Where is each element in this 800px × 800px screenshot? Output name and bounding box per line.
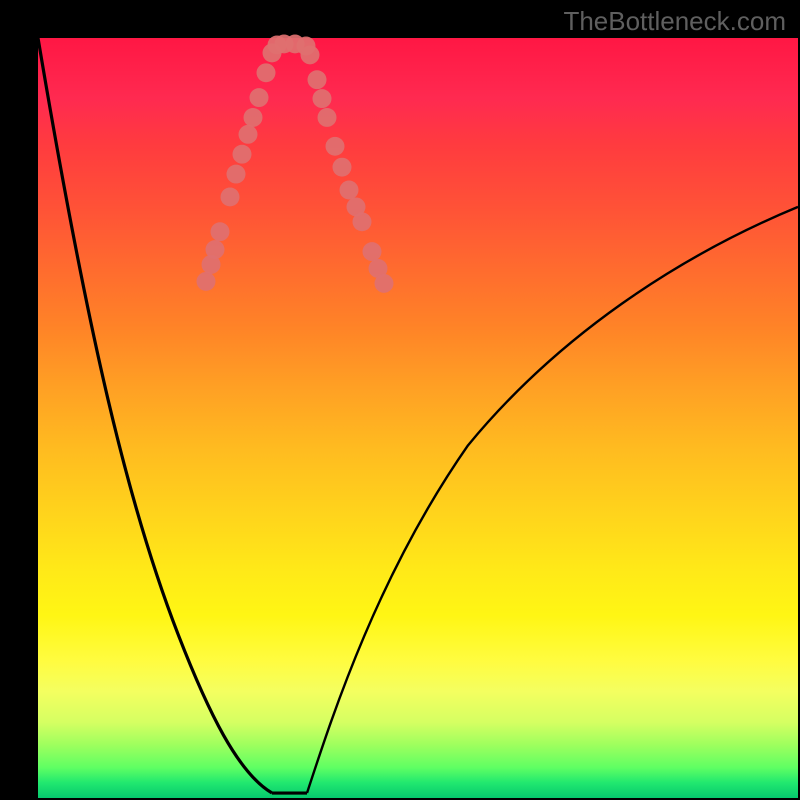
marker-dot bbox=[301, 45, 320, 64]
chart-svg bbox=[38, 38, 798, 798]
marker-dot bbox=[333, 158, 352, 177]
marker-dot bbox=[197, 272, 216, 291]
marker-dot bbox=[257, 63, 276, 82]
marker-dot bbox=[244, 108, 263, 127]
marker-dot bbox=[318, 108, 337, 127]
marker-dot bbox=[250, 88, 269, 107]
marker-dot bbox=[326, 137, 345, 156]
marker-dot bbox=[308, 70, 327, 89]
marker-dot bbox=[363, 242, 382, 261]
marker-dot bbox=[227, 165, 246, 184]
marker-dot bbox=[206, 240, 225, 259]
marker-group bbox=[197, 35, 394, 293]
marker-dot bbox=[353, 212, 372, 231]
marker-dot bbox=[221, 188, 240, 207]
right-curve bbox=[307, 207, 798, 793]
plot-area bbox=[38, 38, 798, 798]
chart-frame: TheBottleneck.com bbox=[0, 0, 800, 800]
marker-dot bbox=[233, 145, 252, 164]
marker-dot bbox=[239, 125, 258, 144]
marker-dot bbox=[313, 89, 332, 108]
marker-dot bbox=[375, 274, 394, 293]
marker-dot bbox=[340, 181, 359, 200]
watermark-text: TheBottleneck.com bbox=[563, 6, 786, 37]
marker-dot bbox=[211, 222, 230, 241]
